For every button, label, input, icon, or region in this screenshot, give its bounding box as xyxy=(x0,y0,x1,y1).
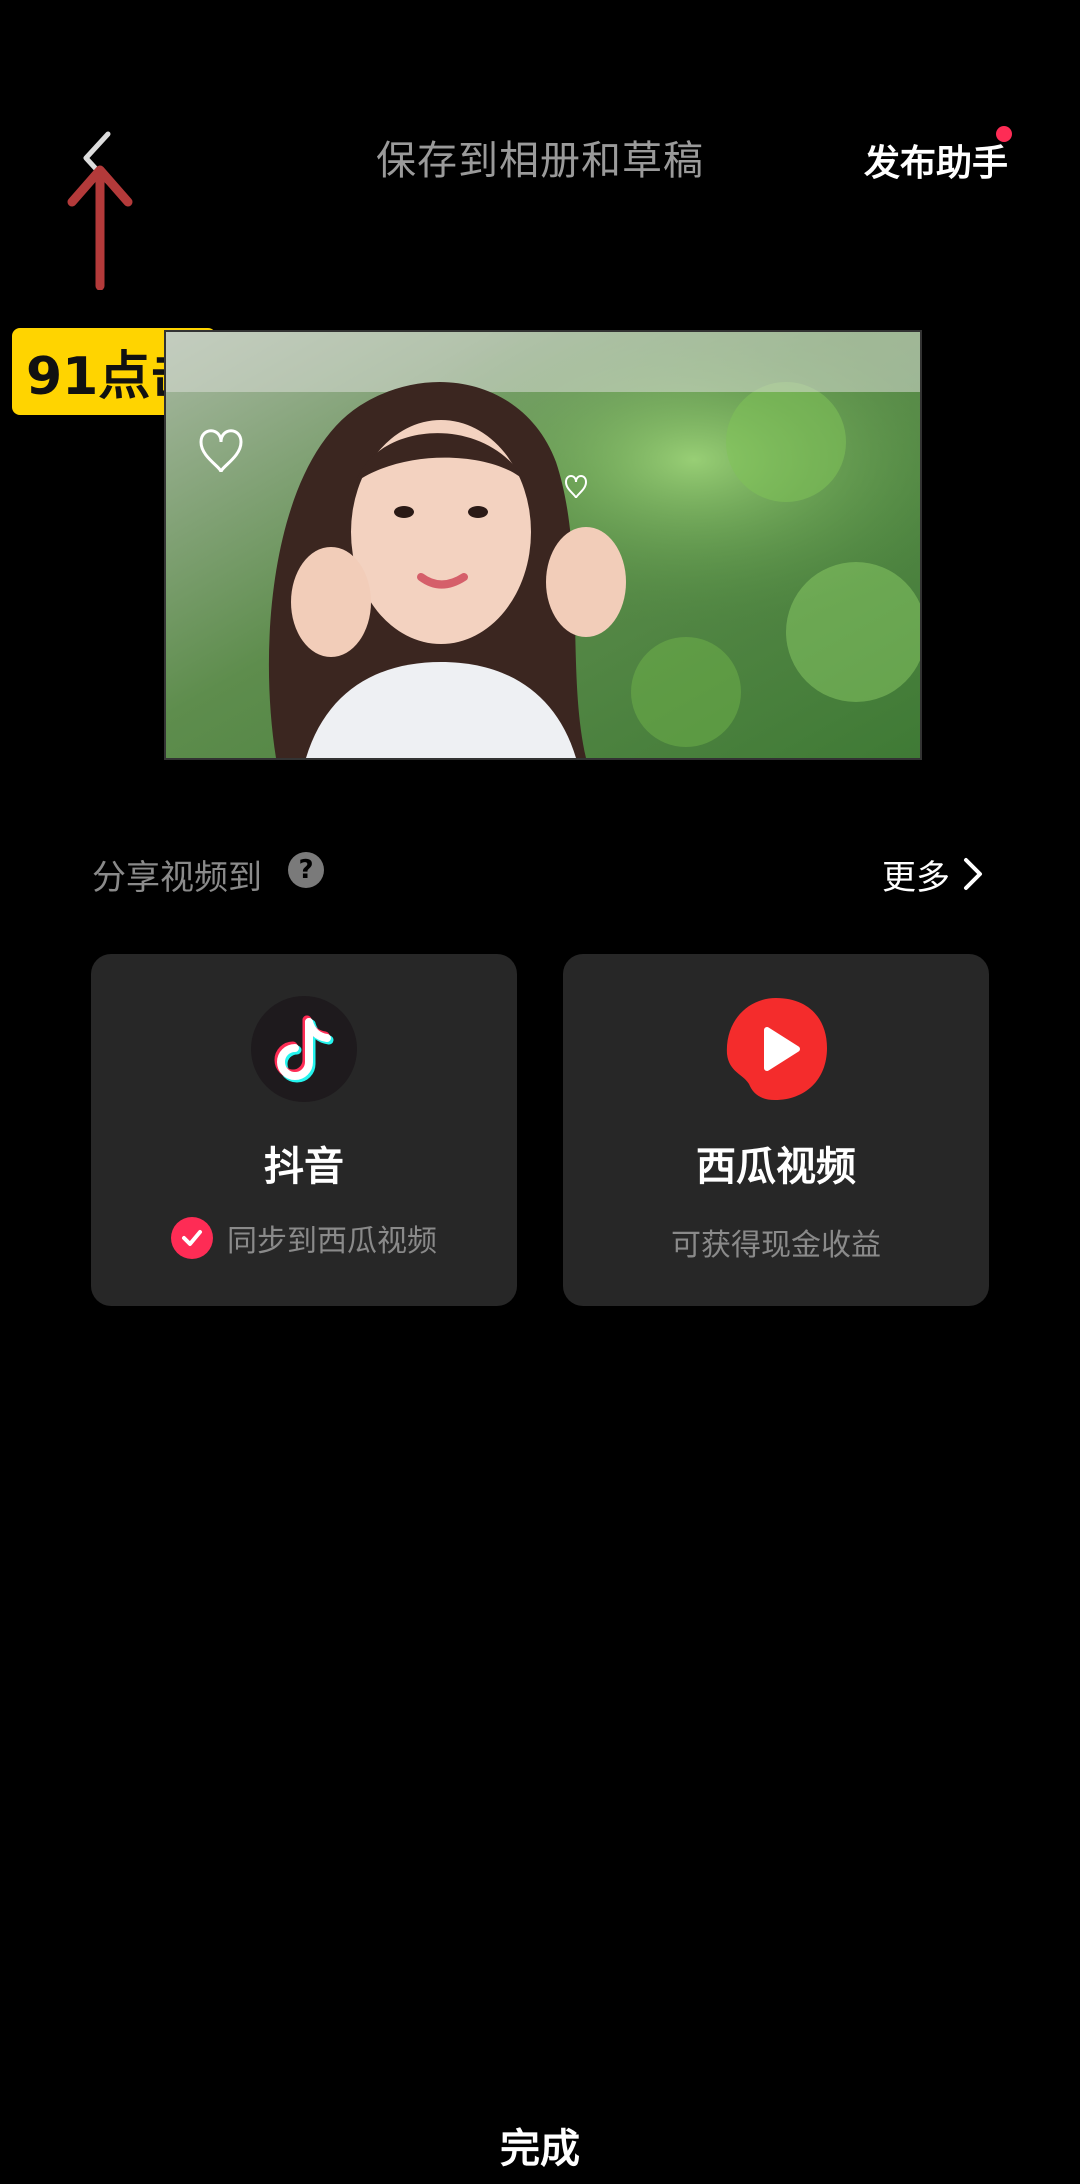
preview-image xyxy=(166,332,920,758)
notification-dot xyxy=(996,126,1012,142)
check-icon[interactable] xyxy=(171,1217,213,1259)
done-button[interactable]: 完成 xyxy=(0,2116,1080,2174)
sync-xigua-option[interactable]: 同步到西瓜视频 xyxy=(91,1216,517,1260)
sync-label: 同步到西瓜视频 xyxy=(227,1224,437,1259)
share-card-douyin[interactable]: 抖音 同步到西瓜视频 xyxy=(91,954,517,1306)
share-section-label: 分享视频到 xyxy=(92,858,262,898)
chevron-right-icon xyxy=(964,858,982,890)
app-page: 保存到相册和草稿 发布助手 91点击 分享视频到 ? 更多 抖音 同步到西瓜视频… xyxy=(0,0,1080,2184)
publish-assistant-button[interactable]: 发布助手 xyxy=(864,134,1008,186)
share-card-xigua[interactable]: 西瓜视频 可获得现金收益 xyxy=(563,954,989,1306)
annotation-arrow-icon xyxy=(67,165,133,290)
help-icon[interactable]: ? xyxy=(288,852,324,888)
card-title-xigua: 西瓜视频 xyxy=(696,1144,856,1190)
xigua-logo-icon xyxy=(723,996,829,1102)
card-title-douyin: 抖音 xyxy=(264,1144,344,1190)
card-subtitle-xigua: 可获得现金收益 xyxy=(671,1228,881,1263)
more-button[interactable]: 更多 xyxy=(882,850,950,899)
video-preview[interactable] xyxy=(164,330,922,760)
douyin-logo-icon xyxy=(251,996,357,1102)
